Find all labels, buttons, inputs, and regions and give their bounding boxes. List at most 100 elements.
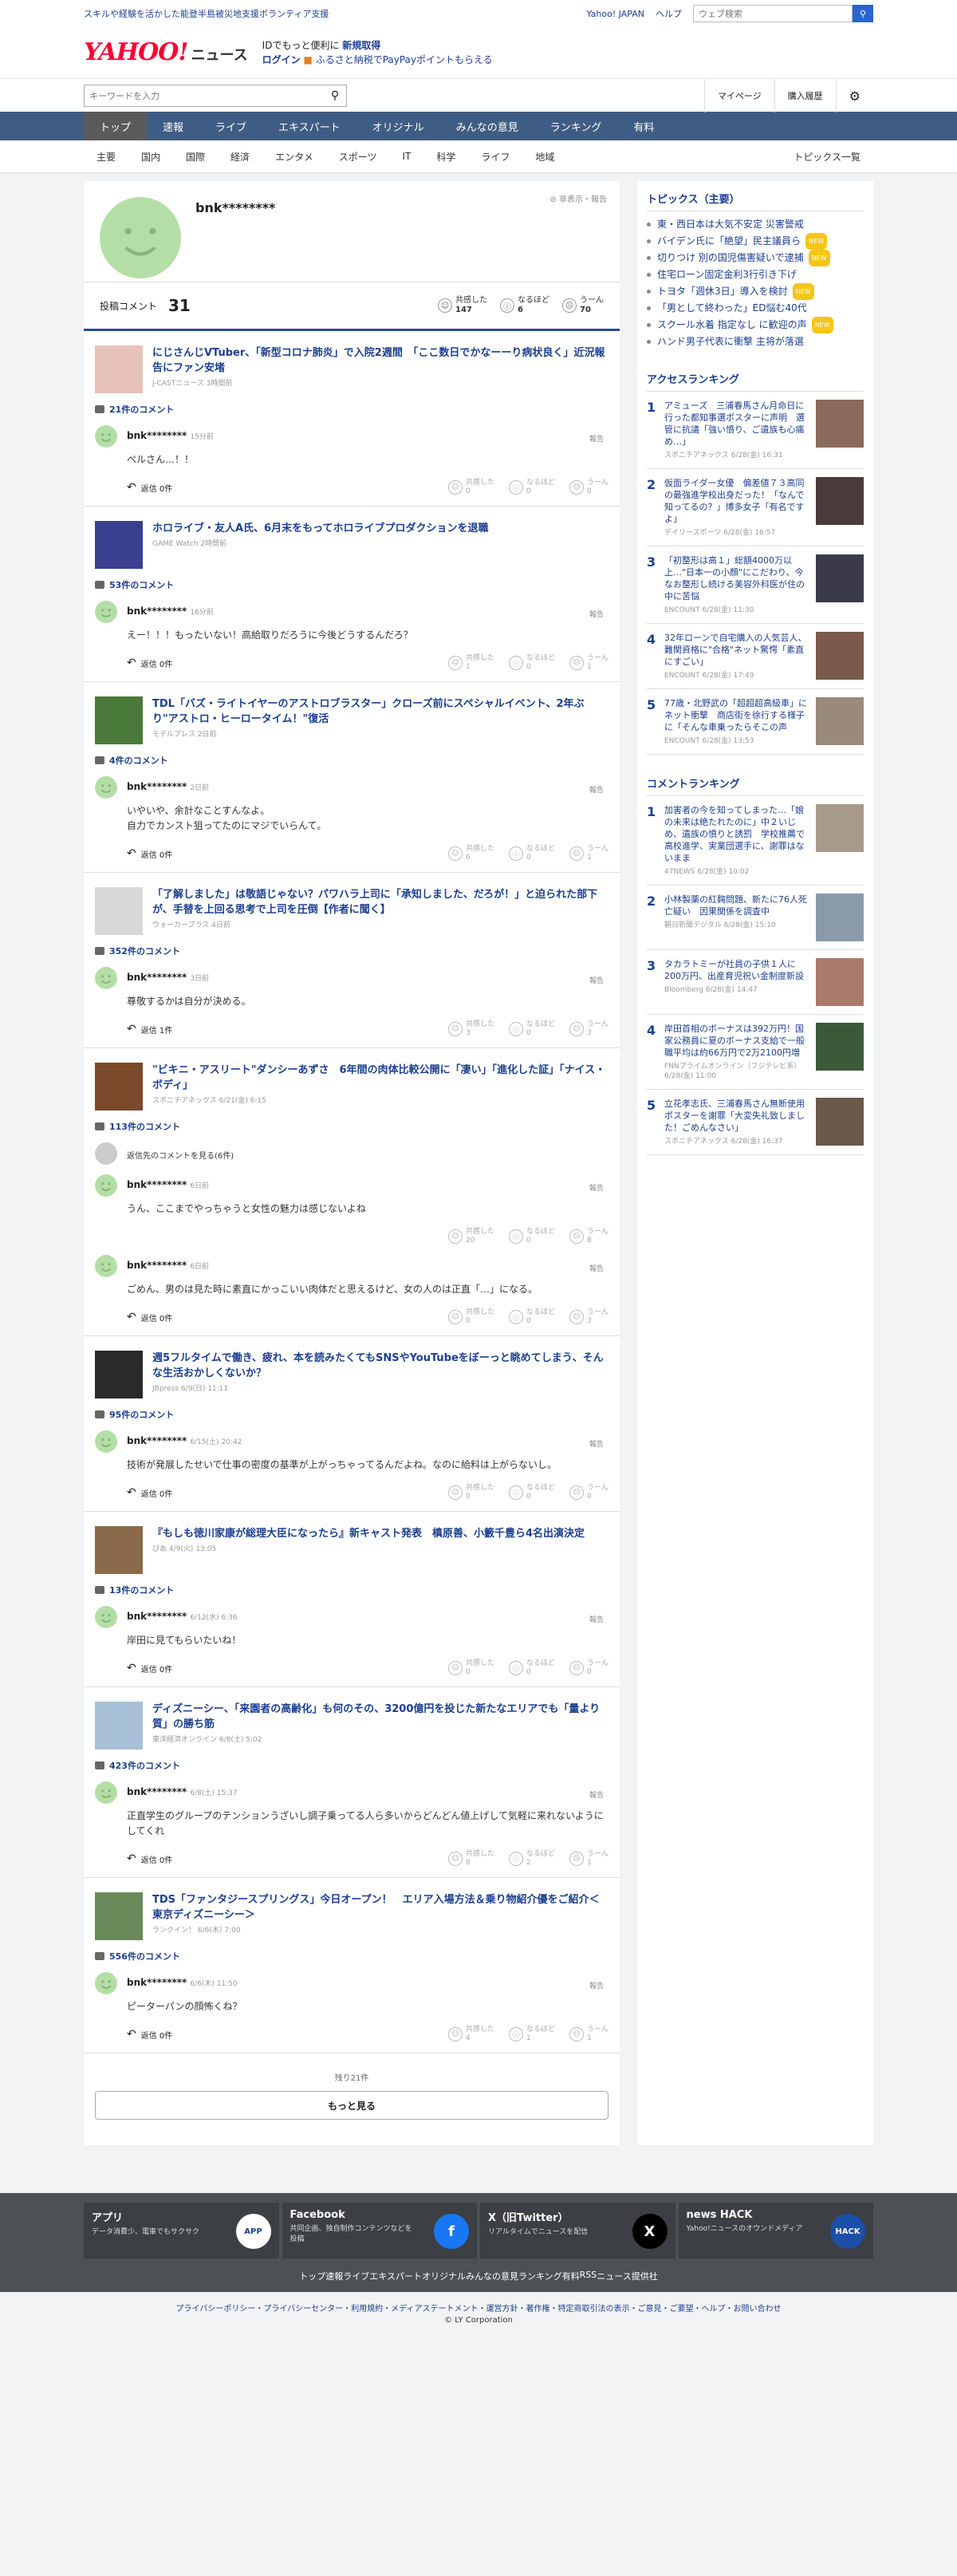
report-link[interactable]: 報告 — [589, 433, 604, 444]
nav-tab[interactable]: ライブ — [199, 112, 262, 140]
comment-count-link[interactable]: 21件のコメント — [95, 403, 608, 416]
uun-button[interactable]: ☹ うーん 0 — [569, 1659, 608, 1677]
reply-button[interactable]: ↶ 返信 1件 — [127, 1023, 172, 1036]
ranking-item[interactable]: 4 岸田首相のボーナスは392万円！国家公務員に夏のボーナス支給で一般職平均は約6… — [647, 1015, 864, 1090]
report-link[interactable]: 報告 — [589, 1980, 604, 1990]
category-tab[interactable]: IT — [389, 151, 423, 162]
promo-link[interactable]: スキルや経験を活かした能登半島被災地支援ボランティア支援 — [84, 7, 329, 20]
comment-count-link[interactable]: 53件のコメント — [95, 578, 608, 591]
footer-nav-link[interactable]: ライブ — [343, 2270, 369, 2282]
article[interactable]: 「了解しました」は敬語じゃない？パワハラ上司に「承知しました、だろが！」と迫られ… — [95, 887, 608, 935]
article[interactable]: "ビキニ・アスリート"ダンシーあずさ 6年間の肉体比較公開に「凄い」「進化した証… — [95, 1063, 608, 1110]
ranking-item[interactable]: 3 タカラトミーが社員の子供１人に200万円、出産育児祝い金制度新設 Bloombe… — [647, 950, 864, 1015]
naruhodo-button[interactable]: ⓘ なるほど 0 — [508, 1228, 555, 1245]
uun-button[interactable]: ☹ うーん 3 — [569, 1308, 608, 1326]
category-tab[interactable]: 国内 — [128, 150, 173, 164]
login-link[interactable]: ログイン — [262, 54, 301, 65]
reply-button[interactable]: ↶ 返信 0件 — [127, 657, 172, 669]
report-link[interactable]: 報告 — [589, 1614, 604, 1624]
web-search-input[interactable] — [693, 5, 853, 22]
footer-nav-link[interactable]: ニュース提供社 — [597, 2270, 657, 2282]
naruhodo-button[interactable]: ⓘ なるほど 0 — [508, 1484, 555, 1501]
footer-nav-link[interactable]: トップ — [299, 2270, 325, 2282]
article[interactable]: ホロライブ・友人A氏、6月末をもってホロライブプロダクションを退職 GAME Wa… — [95, 521, 608, 569]
article[interactable]: 『もしも徳川家康が総理大臣になったら』新キャスト発表 槙原善、小籔千豊ら4名出演… — [95, 1526, 608, 1574]
category-tab[interactable]: エンタメ — [262, 150, 326, 164]
article-thumbnail[interactable] — [95, 1063, 143, 1110]
agree-button[interactable]: ☺ 共感した 1 — [447, 654, 494, 672]
article-thumbnail[interactable] — [95, 1351, 143, 1398]
search-icon[interactable]: ⚲ — [324, 89, 346, 102]
reply-button[interactable]: ↶ 返信 0件 — [127, 2028, 172, 2041]
view-previous-link[interactable]: 返信先のコメントを見る(6件) — [127, 1149, 608, 1161]
report-link[interactable]: 報告 — [589, 609, 604, 619]
article-thumbnail[interactable] — [95, 887, 143, 935]
comment-count-link[interactable]: 352件のコメント — [95, 945, 608, 957]
furusato-link[interactable]: ふるさと納税でPayPayポイントもらえる — [316, 54, 493, 65]
agree-button[interactable]: ☺ 共感した 0 — [447, 1659, 494, 1677]
article[interactable]: TDS「ファンタジースプリングス」今日オープン！ エリア入場方法＆乗り物紹介優を… — [95, 1892, 608, 1940]
uun-button[interactable]: ☹ うーん 1 — [569, 654, 608, 672]
comment-count-link[interactable]: 423件のコメント — [95, 1759, 608, 1772]
hide-report-link[interactable]: ⊘ 非表示・報告 — [549, 192, 607, 204]
comment-count-link[interactable]: 13件のコメント — [95, 1584, 608, 1596]
uun-button[interactable]: ☹ うーん 8 — [569, 1228, 608, 1245]
agree-button[interactable]: ☺ 共感した 0 — [447, 479, 494, 496]
comment-count-link[interactable]: 4件のコメント — [95, 754, 608, 767]
article-title[interactable]: TDS「ファンタジースプリングス」今日オープン！ エリア入場方法＆乗り物紹介優を… — [152, 1892, 608, 1923]
footer-promo[interactable]: Facebook 共同企画、独自制作コンテンツなどを投稿 f — [282, 2203, 477, 2258]
yahoo-japan-link[interactable]: Yahoo! JAPAN — [586, 9, 644, 19]
topic-item[interactable]: バイデン氏に「絶望」民主議員ら NEW — [647, 233, 864, 250]
footer-promo[interactable]: news HACK Yahoo!ニュースのオウンドメディア HACK — [678, 2203, 873, 2258]
article-thumbnail[interactable] — [95, 1702, 143, 1750]
comment-count-link[interactable]: 95件のコメント — [95, 1408, 608, 1421]
footer-links[interactable]: プライバシーポリシー・プライバシーセンター・利用規約・メディアステートメント・運… — [0, 2292, 957, 2316]
ranking-item[interactable]: 5 77歳・北野武の「超超超高級車」にネット衝撃 商店街を徐行する様子に「そんな車… — [647, 689, 864, 755]
category-tab[interactable]: 主要 — [84, 150, 128, 164]
topic-item[interactable]: 「男として終わった」ED悩む40代 — [647, 300, 864, 317]
report-link[interactable]: 報告 — [589, 1438, 604, 1449]
yahoo-news-logo[interactable]: YAHOO! ニュース — [84, 41, 248, 65]
category-tab[interactable]: ライフ — [468, 150, 522, 164]
ranking-item[interactable]: 4 32年ローンで自宅購入の人気芸人、難関資格に"合格"ネット驚愕「素直にすごい」… — [647, 624, 864, 689]
agree-button[interactable]: ☺ 共感した 4 — [447, 2026, 494, 2043]
naruhodo-button[interactable]: ⓘ なるほど 0 — [508, 1020, 555, 1038]
article-title[interactable]: TDL「バズ・ライトイヤーのアストロブラスター」クローズ前にスペシャルイベント、… — [152, 696, 608, 727]
ranking-item[interactable]: 1 加害者の今を知ってしまった…「娘の未来は絶たれたのに」中２いじめ、遺族の憤りと… — [647, 796, 864, 886]
purchase-history-link[interactable]: 購入履歴 — [774, 79, 836, 112]
ranking-item[interactable]: 2 小林製薬の紅麹問題、新たに76人死亡疑い 因果関係を調査中 朝日新聞デジタル 6… — [647, 886, 864, 950]
article[interactable]: 週5フルタイムで働き、疲れ、本を読みたくてもSNSやYouTubeをぼーっと眺め… — [95, 1351, 608, 1398]
footer-promo[interactable]: アプリ データ消費少、電車でもサクサク APP — [84, 2203, 279, 2258]
topic-item[interactable]: 住宅ローン固定金利3行引き下げ — [647, 266, 864, 283]
report-link[interactable]: 報告 — [589, 1789, 604, 1800]
signup-link[interactable]: 新規取得 — [342, 40, 380, 51]
article-title[interactable]: にじさんじVTuber、「新型コロナ肺炎」で入院2週間 「ここ数日でかなーーり病… — [152, 345, 608, 376]
mypage-link[interactable]: マイページ — [703, 79, 774, 112]
keyword-input[interactable] — [85, 86, 324, 105]
article-title[interactable]: 週5フルタイムで働き、疲れ、本を読みたくてもSNSやYouTubeをぼーっと眺め… — [152, 1351, 608, 1381]
reply-button[interactable]: ↶ 返信 0件 — [127, 1486, 172, 1499]
uun-button[interactable]: ☹ うーん 1 — [569, 845, 608, 862]
nav-tab[interactable]: トップ — [84, 112, 148, 140]
agree-button[interactable]: ☺ 共感した 0 — [447, 1308, 494, 1326]
nav-tab[interactable]: 速報 — [147, 112, 199, 140]
naruhodo-button[interactable]: ⓘ なるほど 0 — [508, 845, 555, 862]
category-tab[interactable]: 国際 — [173, 150, 218, 164]
topic-item[interactable]: トヨタ「週休3日」導入を検討 NEW — [647, 283, 864, 300]
uun-button[interactable]: ☹ うーん 0 — [569, 479, 608, 496]
footer-nav-link[interactable]: エキスパート — [369, 2270, 422, 2282]
footer-nav-link[interactable]: RSS — [580, 2270, 597, 2282]
article[interactable]: TDL「バズ・ライトイヤーのアストロブラスター」クローズ前にスペシャルイベント、… — [95, 696, 608, 744]
footer-nav-link[interactable]: 速報 — [325, 2270, 343, 2282]
nav-tab[interactable]: 有料 — [617, 112, 670, 140]
reply-button[interactable]: ↶ 返信 0件 — [127, 481, 172, 494]
gear-icon[interactable]: ⚙ — [835, 79, 873, 112]
uun-button[interactable]: ☹ うーん 1 — [569, 2026, 608, 2043]
naruhodo-button[interactable]: ⓘ なるほど 1 — [508, 2026, 555, 2043]
load-more-button[interactable]: もっと見る — [95, 2091, 608, 2120]
agree-button[interactable]: ☺ 共感した 8 — [447, 1850, 494, 1868]
footer-nav-link[interactable]: ランキング — [518, 2270, 562, 2282]
reply-button[interactable]: ↶ 返信 0件 — [127, 847, 172, 860]
agree-button[interactable]: ☺ 共感した 3 — [447, 1020, 494, 1038]
topic-item[interactable]: ハンド男子代表に衝撃 主将が落選 — [647, 333, 864, 350]
